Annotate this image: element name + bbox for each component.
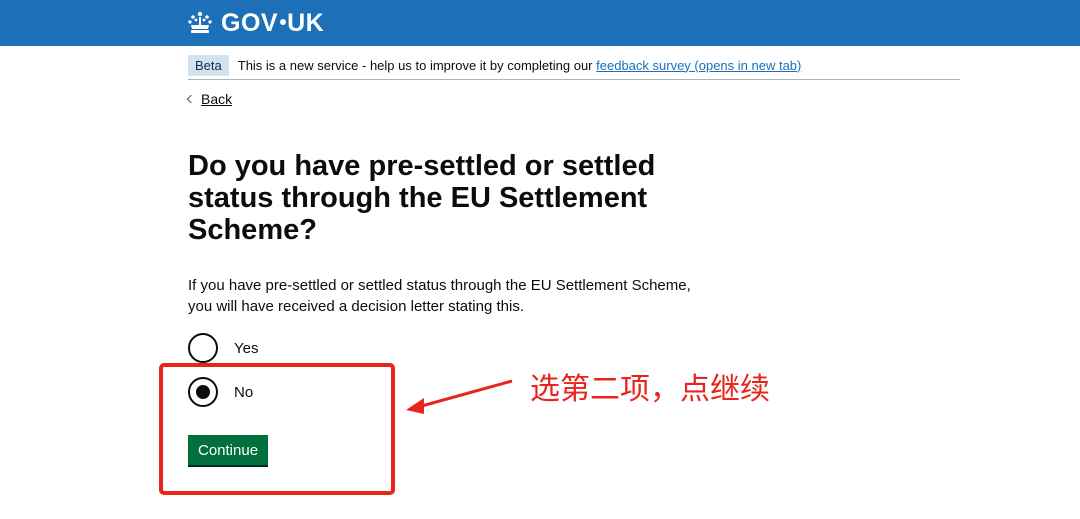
crown-icon <box>188 11 212 33</box>
annotation-highlight-box <box>159 363 395 495</box>
radio-option-yes[interactable]: Yes <box>188 333 258 363</box>
chevron-left-icon <box>186 94 196 104</box>
feedback-survey-link[interactable]: feedback survey (opens in new tab) <box>596 58 801 73</box>
annotation-text: 选第二项，点继续 <box>530 372 770 407</box>
question-hint: If you have pre-settled or settled statu… <box>188 277 691 315</box>
logo-text-gov: GOV <box>221 8 279 37</box>
phase-banner-message: This is a new service - help us to impro… <box>237 57 593 73</box>
govuk-header: GOV UK <box>0 0 1080 46</box>
back-link-label: Back <box>201 91 233 107</box>
phase-tag: Beta <box>188 54 229 76</box>
radio-label-yes: Yes <box>234 339 259 357</box>
logo-text: GOV UK <box>221 9 324 38</box>
annotation-arrow-icon <box>406 379 513 414</box>
phase-banner: Beta This is a new service - help us to … <box>188 51 960 80</box>
page-title: Do you have pre-settled or settled statu… <box>188 150 656 246</box>
phase-banner-text: This is a new service - help us to impro… <box>238 58 802 73</box>
govuk-logo-link[interactable]: GOV UK <box>187 8 324 38</box>
logo-dot <box>280 18 287 25</box>
logo-text-uk: UK <box>287 8 325 37</box>
radio-yes[interactable] <box>188 333 218 363</box>
back-link[interactable]: Back <box>186 91 233 107</box>
